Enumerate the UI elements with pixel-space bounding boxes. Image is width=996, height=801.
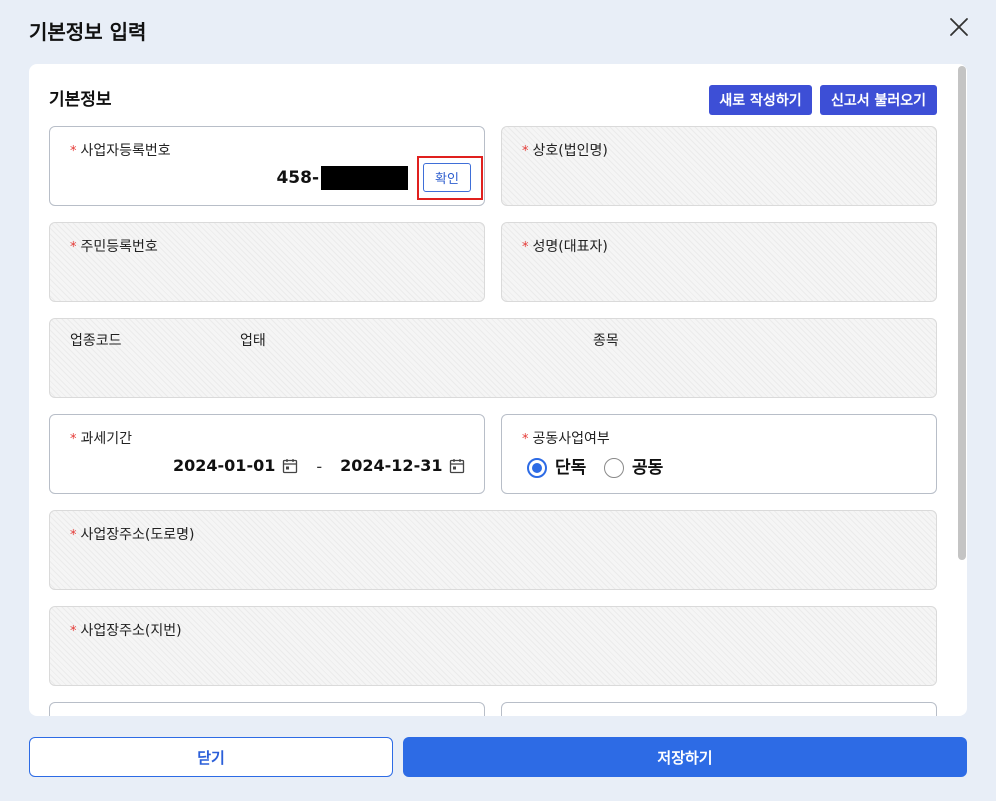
lot-address-label-text: 사업장주소(지번) xyxy=(80,623,182,639)
end-date-input[interactable]: 2024-12-31 xyxy=(340,454,442,478)
resident-number-field: * 주민등록번호 xyxy=(49,222,485,302)
dialog-title: 기본정보 입력 xyxy=(29,20,147,44)
company-name-label: * 상호(법인명) xyxy=(522,141,608,162)
required-mark: * xyxy=(522,432,529,447)
calendar-icon[interactable] xyxy=(282,458,298,474)
radio-single[interactable] xyxy=(527,458,547,478)
required-mark: * xyxy=(70,528,77,543)
business-number-field: * 사업자등록번호 458- 확인 xyxy=(49,126,485,206)
joint-business-label: * 공동사업여부 xyxy=(522,429,610,450)
road-address-label-text: 사업장주소(도로명) xyxy=(80,527,195,543)
form-panel: 기본정보 새로 작성하기 신고서 불러오기 * 사업자등록번호 458- 확인 *… xyxy=(29,64,967,716)
required-mark: * xyxy=(70,624,77,639)
road-address-field: * 사업장주소(도로명) xyxy=(49,510,937,590)
business-number-label: * 사업자등록번호 xyxy=(70,141,171,162)
company-name-label-text: 상호(법인명) xyxy=(532,143,608,159)
confirm-button[interactable]: 확인 xyxy=(423,163,471,192)
date-separator: - xyxy=(316,456,323,476)
business-number-label-text: 사업자등록번호 xyxy=(80,143,171,159)
close-button[interactable]: 닫기 xyxy=(29,737,393,777)
joint-business-field: * 공동사업여부 단독 공동 xyxy=(501,414,937,494)
required-mark: * xyxy=(70,432,77,447)
representative-name-field: * 성명(대표자) xyxy=(501,222,937,302)
new-form-button[interactable]: 새로 작성하기 xyxy=(709,85,812,115)
tax-period-label-text: 과세기간 xyxy=(80,431,133,447)
tax-period-label: * 과세기간 xyxy=(70,429,132,450)
lot-address-field: * 사업장주소(지번) xyxy=(49,606,937,686)
industry-code-label: 업종코드 xyxy=(70,333,122,349)
field-partial-right xyxy=(501,702,937,716)
business-type-label: 업태 xyxy=(240,333,266,349)
save-button[interactable]: 저장하기 xyxy=(403,737,967,777)
section-title: 기본정보 xyxy=(49,90,112,110)
scrollbar-thumb[interactable] xyxy=(958,66,966,560)
business-item-label: 종목 xyxy=(593,333,619,349)
radio-joint[interactable] xyxy=(604,458,624,478)
required-mark: * xyxy=(522,144,529,159)
date-range: 2024-01-01 - 2024-12-31 xyxy=(173,454,465,478)
required-mark: * xyxy=(70,144,77,159)
representative-name-label: * 성명(대표자) xyxy=(522,237,608,258)
business-number-input[interactable]: 458- xyxy=(276,166,319,190)
radio-joint-label[interactable]: 공동 xyxy=(632,456,663,480)
radio-single-label[interactable]: 단독 xyxy=(555,456,586,480)
required-mark: * xyxy=(70,240,77,255)
representative-name-label-text: 성명(대표자) xyxy=(532,239,608,255)
start-date-input[interactable]: 2024-01-01 xyxy=(173,454,275,478)
industry-field: 업종코드 업태 종목 xyxy=(49,318,937,398)
joint-business-label-text: 공동사업여부 xyxy=(532,431,610,447)
resident-number-label: * 주민등록번호 xyxy=(70,237,158,258)
redaction-box xyxy=(321,166,408,190)
road-address-label: * 사업장주소(도로명) xyxy=(70,525,194,546)
company-name-field: * 상호(법인명) xyxy=(501,126,937,206)
close-icon[interactable] xyxy=(948,16,970,38)
calendar-icon[interactable] xyxy=(449,458,465,474)
lot-address-label: * 사업장주소(지번) xyxy=(70,621,182,642)
field-partial-left xyxy=(49,702,485,716)
load-report-button[interactable]: 신고서 불러오기 xyxy=(820,85,937,115)
tax-period-field: * 과세기간 2024-01-01 - 2024-12-31 xyxy=(49,414,485,494)
resident-number-label-text: 주민등록번호 xyxy=(80,239,158,255)
required-mark: * xyxy=(522,240,529,255)
